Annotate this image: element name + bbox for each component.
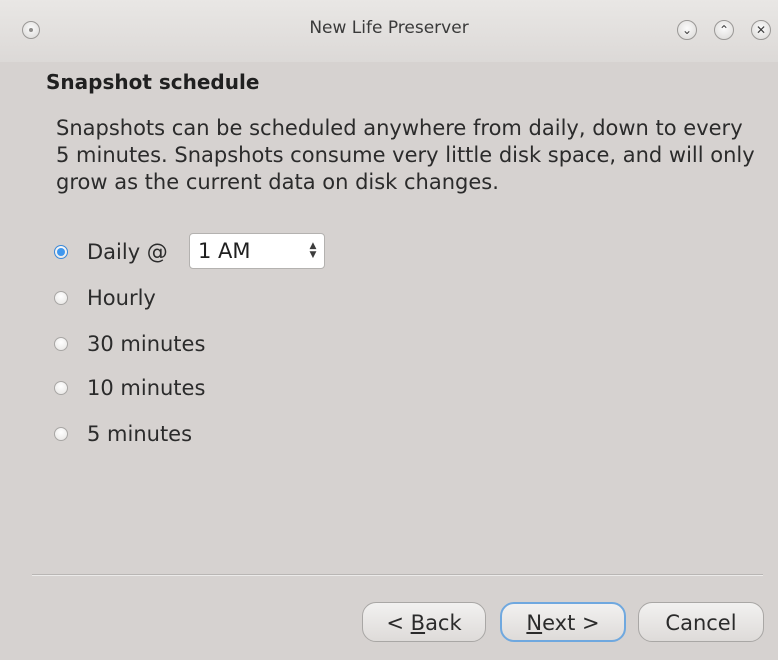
radio-button[interactable] (54, 291, 68, 305)
back-mnemonic: B (410, 611, 426, 635)
radio-button-checked[interactable] (54, 245, 68, 259)
radio-label: 30 minutes (87, 332, 206, 356)
window-title: New Life Preserver (309, 18, 469, 38)
radio-hourly[interactable]: Hourly (54, 283, 156, 313)
radio-label: Hourly (87, 286, 156, 310)
spin-down-icon[interactable]: ▼ (310, 251, 317, 260)
radio-button[interactable] (54, 381, 68, 395)
daily-time-spinbox[interactable]: 1 AM ▲ ▼ (189, 233, 325, 269)
radio-label: Daily @ (87, 240, 168, 264)
minimize-icon[interactable]: ⌄ (677, 20, 697, 40)
daily-time-value[interactable]: 1 AM (190, 239, 302, 263)
radio-30-minutes[interactable]: 30 minutes (54, 329, 205, 359)
radio-5-minutes[interactable]: 5 minutes (54, 419, 192, 449)
next-rest: ext > (542, 611, 600, 635)
radio-label: 10 minutes (87, 376, 206, 400)
maximize-icon[interactable]: ⌃ (714, 20, 734, 40)
radio-daily[interactable]: Daily @ (54, 237, 168, 267)
back-rest: ack (425, 611, 462, 635)
cancel-button[interactable]: Cancel (638, 602, 764, 642)
next-button[interactable]: Next > (500, 602, 626, 642)
page-heading: Snapshot schedule (46, 70, 260, 94)
back-prefix: < (386, 611, 411, 635)
close-icon[interactable]: ✕ (751, 20, 771, 40)
button-separator (32, 574, 763, 576)
radio-label: 5 minutes (87, 422, 193, 446)
next-mnemonic: N (526, 611, 543, 635)
radio-button[interactable] (54, 337, 68, 351)
back-button[interactable]: < Back (362, 602, 486, 642)
title-bar: New Life Preserver ⌄ ⌃ ✕ (0, 0, 778, 62)
page-description: Snapshots can be scheduled anywhere from… (56, 116, 755, 194)
radio-10-minutes[interactable]: 10 minutes (54, 373, 205, 403)
radio-button[interactable] (54, 427, 68, 441)
spin-arrows-icon[interactable]: ▲ ▼ (302, 242, 324, 260)
